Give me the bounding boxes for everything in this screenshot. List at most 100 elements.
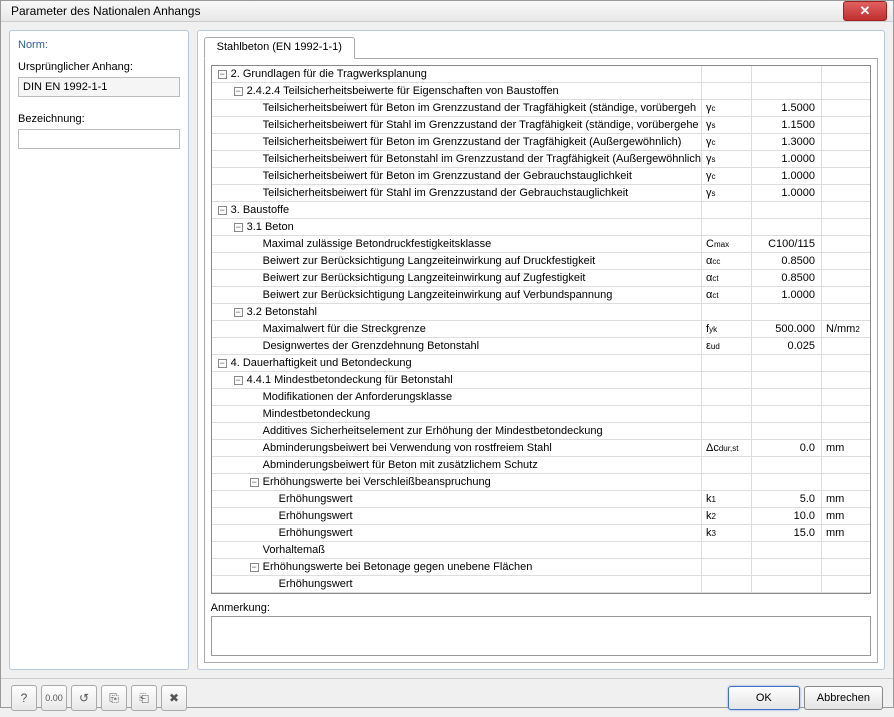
table-row[interactable]: Teilsicherheitsbeiwert für Beton im Gren… xyxy=(212,134,870,151)
table-row[interactable]: −2. Grundlagen für die Tragwerksplanung xyxy=(212,66,870,83)
tree-toggle-icon[interactable]: − xyxy=(234,223,243,232)
table-row[interactable]: Erhöhungswert xyxy=(212,576,870,593)
help-icon-button[interactable]: ? xyxy=(11,685,37,711)
row-value[interactable]: 0.8500 xyxy=(752,253,822,269)
row-desc-text: Teilsicherheitsbeiwert für Beton im Gren… xyxy=(263,136,682,148)
row-description: Designwertes der Grenzdehnung Betonstahl xyxy=(212,338,702,354)
row-value[interactable]: 10.0 xyxy=(752,508,822,524)
row-value xyxy=(752,457,822,473)
table-row[interactable]: −4.4.1 Mindestbetondeckung für Betonstah… xyxy=(212,372,870,389)
footer-bar: ? 0.00 ↺ ⎘ ⎗ ✖ OK Abbrechen xyxy=(1,678,893,717)
cancel-button[interactable]: Abbrechen xyxy=(804,686,883,710)
indent xyxy=(212,295,250,296)
table-row[interactable]: Erhöhungswertk15.0mm xyxy=(212,491,870,508)
table-row[interactable]: Beiwert zur Berücksichtigung Langzeitein… xyxy=(212,270,870,287)
row-description: Maximal zulässige Betondruckfestigkeitsk… xyxy=(212,236,702,252)
tree-toggle-icon[interactable]: − xyxy=(234,308,243,317)
table-row[interactable]: Erhöhungswertk210.0mm xyxy=(212,508,870,525)
table-row[interactable]: −3.2 Betonstahl xyxy=(212,304,870,321)
indent xyxy=(250,176,263,177)
ok-button[interactable]: OK xyxy=(728,686,800,710)
table-row[interactable]: Vorhaltemaß xyxy=(212,542,870,559)
tree-toggle-icon[interactable]: − xyxy=(234,87,243,96)
tree-toggle-icon[interactable]: − xyxy=(250,478,259,487)
copy-icon-button[interactable]: ⎘ xyxy=(101,685,127,711)
indent xyxy=(212,176,250,177)
row-value[interactable]: 0.8500 xyxy=(752,270,822,286)
remark-label: Anmerkung: xyxy=(211,602,871,614)
indent xyxy=(212,482,250,483)
row-value xyxy=(752,559,822,575)
row-unit: N/mm2 xyxy=(822,321,870,337)
row-description: −3.2 Betonstahl xyxy=(212,304,702,320)
table-row[interactable]: Teilsicherheitsbeiwert für Beton im Gren… xyxy=(212,168,870,185)
row-value[interactable]: 1.5000 xyxy=(752,100,822,116)
table-row[interactable]: Mindestbetondeckung xyxy=(212,406,870,423)
row-value[interactable]: C100/115 xyxy=(752,236,822,252)
tree-toggle-icon[interactable]: − xyxy=(218,206,227,215)
row-symbol: k3 xyxy=(702,525,752,541)
row-value[interactable]: 500.000 xyxy=(752,321,822,337)
close-button[interactable]: ✕ xyxy=(843,1,887,21)
table-row[interactable]: Teilsicherheitsbeiwert für Stahl im Gren… xyxy=(212,185,870,202)
row-value[interactable]: 1.0000 xyxy=(752,168,822,184)
row-description: Vorhaltemaß xyxy=(212,542,702,558)
row-value[interactable]: 0.025 xyxy=(752,338,822,354)
table-row[interactable]: Teilsicherheitsbeiwert für Beton im Gren… xyxy=(212,100,870,117)
table-row[interactable]: Teilsicherheitsbeiwert für Betonstahl im… xyxy=(212,151,870,168)
table-row[interactable]: Teilsicherheitsbeiwert für Stahl im Gren… xyxy=(212,117,870,134)
table-row[interactable]: Abminderungsbeiwert für Beton mit zusätz… xyxy=(212,457,870,474)
indent xyxy=(266,499,279,500)
row-desc-text: Maximalwert für die Streckgrenze xyxy=(263,323,426,335)
table-row[interactable]: Beiwert zur Berücksichtigung Langzeitein… xyxy=(212,253,870,270)
row-symbol: fyk xyxy=(702,321,752,337)
row-value[interactable]: 1.0000 xyxy=(752,185,822,201)
tree-toggle-icon[interactable]: − xyxy=(250,563,259,572)
row-value[interactable]: 1.3000 xyxy=(752,134,822,150)
row-symbol xyxy=(702,423,752,439)
table-row[interactable]: Beiwert zur Berücksichtigung Langzeitein… xyxy=(212,287,870,304)
indent xyxy=(250,278,263,279)
row-desc-text: Erhöhungswert xyxy=(279,527,353,539)
paste-icon-button[interactable]: ⎗ xyxy=(131,685,157,711)
row-value[interactable]: 1.0000 xyxy=(752,287,822,303)
row-value[interactable]: 5.0 xyxy=(752,491,822,507)
bezeichnung-input[interactable] xyxy=(18,129,180,149)
delete-icon-button[interactable]: ✖ xyxy=(161,685,187,711)
indent xyxy=(250,108,263,109)
table-row[interactable]: Maximalwert für die Streckgrenze fyk500.0… xyxy=(212,321,870,338)
row-value[interactable]: 1.1500 xyxy=(752,117,822,133)
table-row[interactable]: −3.1 Beton xyxy=(212,219,870,236)
remark-box[interactable] xyxy=(211,616,871,656)
table-row[interactable]: Modifikationen der Anforderungsklasse xyxy=(212,389,870,406)
row-value[interactable]: 0.0 xyxy=(752,440,822,456)
table-row[interactable]: Additives Sicherheitselement zur Erhöhun… xyxy=(212,423,870,440)
row-desc-text: Erhöhungswert xyxy=(279,493,353,505)
ursprung-input[interactable] xyxy=(18,77,180,97)
table-row[interactable]: Abminderungsbeiwert bei Verwendung von r… xyxy=(212,440,870,457)
row-symbol: k1 xyxy=(702,491,752,507)
row-unit xyxy=(822,185,870,201)
row-symbol xyxy=(702,66,752,82)
row-unit xyxy=(822,457,870,473)
tree-toggle-icon[interactable]: − xyxy=(218,70,227,79)
table-row[interactable]: −Erhöhungswerte bei Betonage gegen unebe… xyxy=(212,559,870,576)
table-row[interactable]: Designwertes der Grenzdehnung Betonstahl… xyxy=(212,338,870,355)
tree-toggle-icon[interactable]: − xyxy=(218,359,227,368)
table-row[interactable]: −4. Dauerhaftigkeit und Betondeckung xyxy=(212,355,870,372)
row-unit xyxy=(822,287,870,303)
row-symbol xyxy=(702,406,752,422)
tab-stahlbeton[interactable]: Stahlbeton (EN 1992-1-1) xyxy=(204,37,355,59)
reset-icon-button[interactable]: ↺ xyxy=(71,685,97,711)
table-row[interactable]: −Erhöhungswerte bei Verschleißbeanspruch… xyxy=(212,474,870,491)
table-row[interactable]: −2.4.2.4 Teilsicherheitsbeiwerte für Eig… xyxy=(212,83,870,100)
table-row[interactable]: Erhöhungswertk315.0mm xyxy=(212,525,870,542)
parameter-tree-grid[interactable]: −2. Grundlagen für die Tragwerksplanung−… xyxy=(211,65,871,594)
units-icon-button[interactable]: 0.00 xyxy=(41,685,67,711)
table-row[interactable]: −3. Baustoffe xyxy=(212,202,870,219)
row-value[interactable]: 15.0 xyxy=(752,525,822,541)
tree-toggle-icon[interactable]: − xyxy=(234,376,243,385)
paste-icon: ⎗ xyxy=(139,691,149,706)
table-row[interactable]: Maximal zulässige Betondruckfestigkeitsk… xyxy=(212,236,870,253)
row-value[interactable]: 1.0000 xyxy=(752,151,822,167)
